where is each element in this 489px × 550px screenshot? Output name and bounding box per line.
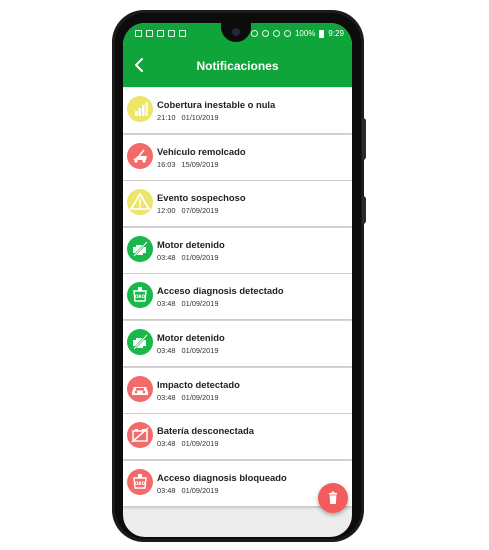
clock: 9:29 <box>328 29 344 38</box>
notification-item[interactable]: Evento sospechoso 12:00 07/09/2019 <box>123 181 352 226</box>
notification-timestamp: 16:03 15/09/2019 <box>157 160 219 169</box>
notification-date: 15/09/2019 <box>181 160 219 169</box>
notification-time: 21:10 <box>157 113 176 122</box>
notification-date: 07/09/2019 <box>181 206 219 215</box>
wifi-icon <box>272 30 280 37</box>
notification-date: 01/09/2019 <box>181 346 219 355</box>
notification-title: Acceso diagnosis detectado <box>157 285 284 296</box>
notification-title: Cobertura inestable o nula <box>157 99 276 110</box>
notification-item[interactable]: Vehículo remolcado 16:03 15/09/2019 <box>123 135 352 180</box>
notification-icon-badge <box>127 189 153 215</box>
notification-timestamp: 03:48 01/09/2019 <box>157 439 219 448</box>
notification-item[interactable]: Cobertura inestable o nula 21:10 01/10/201… <box>123 88 352 133</box>
notification-date: 01/09/2019 <box>181 486 219 495</box>
signal-bars-icon <box>135 102 148 116</box>
volume-button <box>362 118 366 160</box>
toolbar: Notificaciones <box>123 45 352 87</box>
notification-time: 16:03 <box>157 160 176 169</box>
notification-timestamp: 03:48 01/09/2019 <box>157 346 219 355</box>
device-scene: 100% 9:29 Notificaciones Cobertura inest… <box>0 0 489 550</box>
obd-plug-icon: OBD <box>133 474 147 489</box>
notification-date: 01/09/2019 <box>181 393 219 402</box>
notification-icon-badge <box>127 376 153 402</box>
notification-time: 03:48 <box>157 299 176 308</box>
notification-item[interactable]: Batería desconectada 03:48 01/09/2019 <box>123 414 352 459</box>
notification-icon-badge <box>127 96 153 122</box>
obd-plug-icon: OBD <box>133 287 147 302</box>
notification-icon-badge: OBD <box>127 469 153 495</box>
notification-title: Motor detenido <box>157 332 225 343</box>
notification-timestamp: 03:48 01/09/2019 <box>157 393 219 402</box>
notification-icon-badge <box>127 329 153 355</box>
location-icon <box>250 30 258 37</box>
notification-timestamp: 03:48 01/09/2019 <box>157 253 219 262</box>
trash-icon <box>329 491 337 504</box>
battery-icon <box>319 29 325 38</box>
svg-text:OBD: OBD <box>135 294 146 299</box>
notification-date: 01/10/2019 <box>181 113 219 122</box>
notification-timestamp: 03:48 01/09/2019 <box>157 486 219 495</box>
notification-icon-badge <box>127 422 153 448</box>
notification-item[interactable]: Motor detenido 03:48 01/09/2019 <box>123 228 352 273</box>
notification-title: Vehículo remolcado <box>157 146 246 157</box>
notification-icon-badge <box>127 236 153 262</box>
notification-date: 01/09/2019 <box>181 439 219 448</box>
notification-icon-badge <box>127 143 153 169</box>
notification-title: Motor detenido <box>157 239 225 250</box>
notification-time: 12:00 <box>157 206 176 215</box>
notification-timestamp: 21:10 01/10/2019 <box>157 113 219 122</box>
notification-title: Batería desconectada <box>157 425 254 436</box>
status-system-icons: 100% 9:29 <box>250 29 344 38</box>
notification-time: 03:48 <box>157 346 176 355</box>
app-screen: 100% 9:29 Notificaciones Cobertura inest… <box>123 23 352 537</box>
notification-title: Impacto detectado <box>157 379 240 390</box>
status-notification-icons <box>135 30 186 37</box>
dnd-icon <box>283 30 291 37</box>
notification-time: 03:48 <box>157 253 176 262</box>
notification-time: 03:48 <box>157 486 176 495</box>
notification-icon-badge: OBD <box>127 282 153 308</box>
notification-timestamp: 12:00 07/09/2019 <box>157 206 219 215</box>
delete-button[interactable] <box>318 483 348 513</box>
notification-timestamp: 03:48 01/09/2019 <box>157 299 219 308</box>
notification-time: 03:48 <box>157 393 176 402</box>
notification-date: 01/09/2019 <box>181 253 219 262</box>
notification-item[interactable]: Motor detenido 03:48 01/09/2019 <box>123 321 352 366</box>
battery-off-icon <box>131 427 149 443</box>
engine-off-icon <box>133 334 148 350</box>
car-crash-icon <box>132 387 148 395</box>
power-button <box>362 196 366 224</box>
engine-off-icon <box>133 241 148 257</box>
notification-date: 01/09/2019 <box>181 299 219 308</box>
notification-item[interactable]: OBD Acceso diagnosis detectado 03:48 01/09/… <box>123 274 352 319</box>
svg-text:OBD: OBD <box>135 481 146 486</box>
mute-icon <box>261 30 269 37</box>
warning-icon <box>130 193 150 210</box>
notification-title: Acceso diagnosis bloqueado <box>157 472 287 483</box>
notification-time: 03:48 <box>157 439 176 448</box>
page-title: Notificaciones <box>196 59 279 73</box>
notification-title: Evento sospechoso <box>157 192 246 203</box>
notification-item[interactable]: Impacto detectado 03:48 01/09/2019 <box>123 368 352 413</box>
battery-level: 100% <box>294 29 316 38</box>
tow-truck-icon <box>133 149 147 163</box>
